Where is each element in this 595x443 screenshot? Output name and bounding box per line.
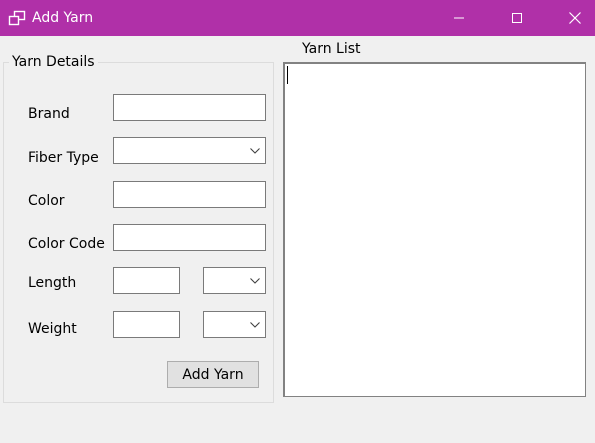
fiber-type-dropdown[interactable] (113, 137, 266, 164)
close-button[interactable] (552, 0, 595, 36)
color-code-input[interactable] (113, 224, 266, 251)
title-bar[interactable]: Add Yarn (0, 0, 595, 36)
yarn-details-title: Yarn Details (9, 53, 98, 71)
fiber-type-label: Fiber Type (28, 150, 99, 166)
chevron-down-icon (250, 147, 260, 154)
chevron-down-icon (250, 277, 260, 284)
maximize-button[interactable] (494, 0, 540, 36)
brand-label: Brand (28, 106, 70, 122)
window-restore-icon (8, 10, 26, 26)
minimize-button[interactable] (436, 0, 482, 36)
yarn-list-box[interactable] (283, 62, 586, 397)
color-code-label: Color Code (28, 236, 105, 252)
color-input[interactable] (113, 181, 266, 208)
minimize-icon (454, 17, 464, 19)
text-caret (287, 66, 288, 84)
color-label: Color (28, 193, 65, 209)
maximize-icon (512, 13, 522, 23)
close-icon (569, 12, 581, 24)
weight-unit-dropdown[interactable] (203, 311, 266, 338)
weight-label: Weight (28, 321, 77, 337)
add-yarn-window: Add Yarn Yarn Details Brand Fiber Type C… (0, 0, 595, 443)
chevron-down-icon (250, 321, 260, 328)
add-yarn-button[interactable]: Add Yarn (167, 361, 259, 388)
weight-input[interactable] (113, 311, 180, 338)
yarn-list-label: Yarn List (302, 41, 361, 57)
brand-input[interactable] (113, 94, 266, 121)
length-label: Length (28, 275, 77, 291)
length-unit-dropdown[interactable] (203, 267, 266, 294)
window-title: Add Yarn (32, 10, 94, 26)
length-input[interactable] (113, 267, 180, 294)
